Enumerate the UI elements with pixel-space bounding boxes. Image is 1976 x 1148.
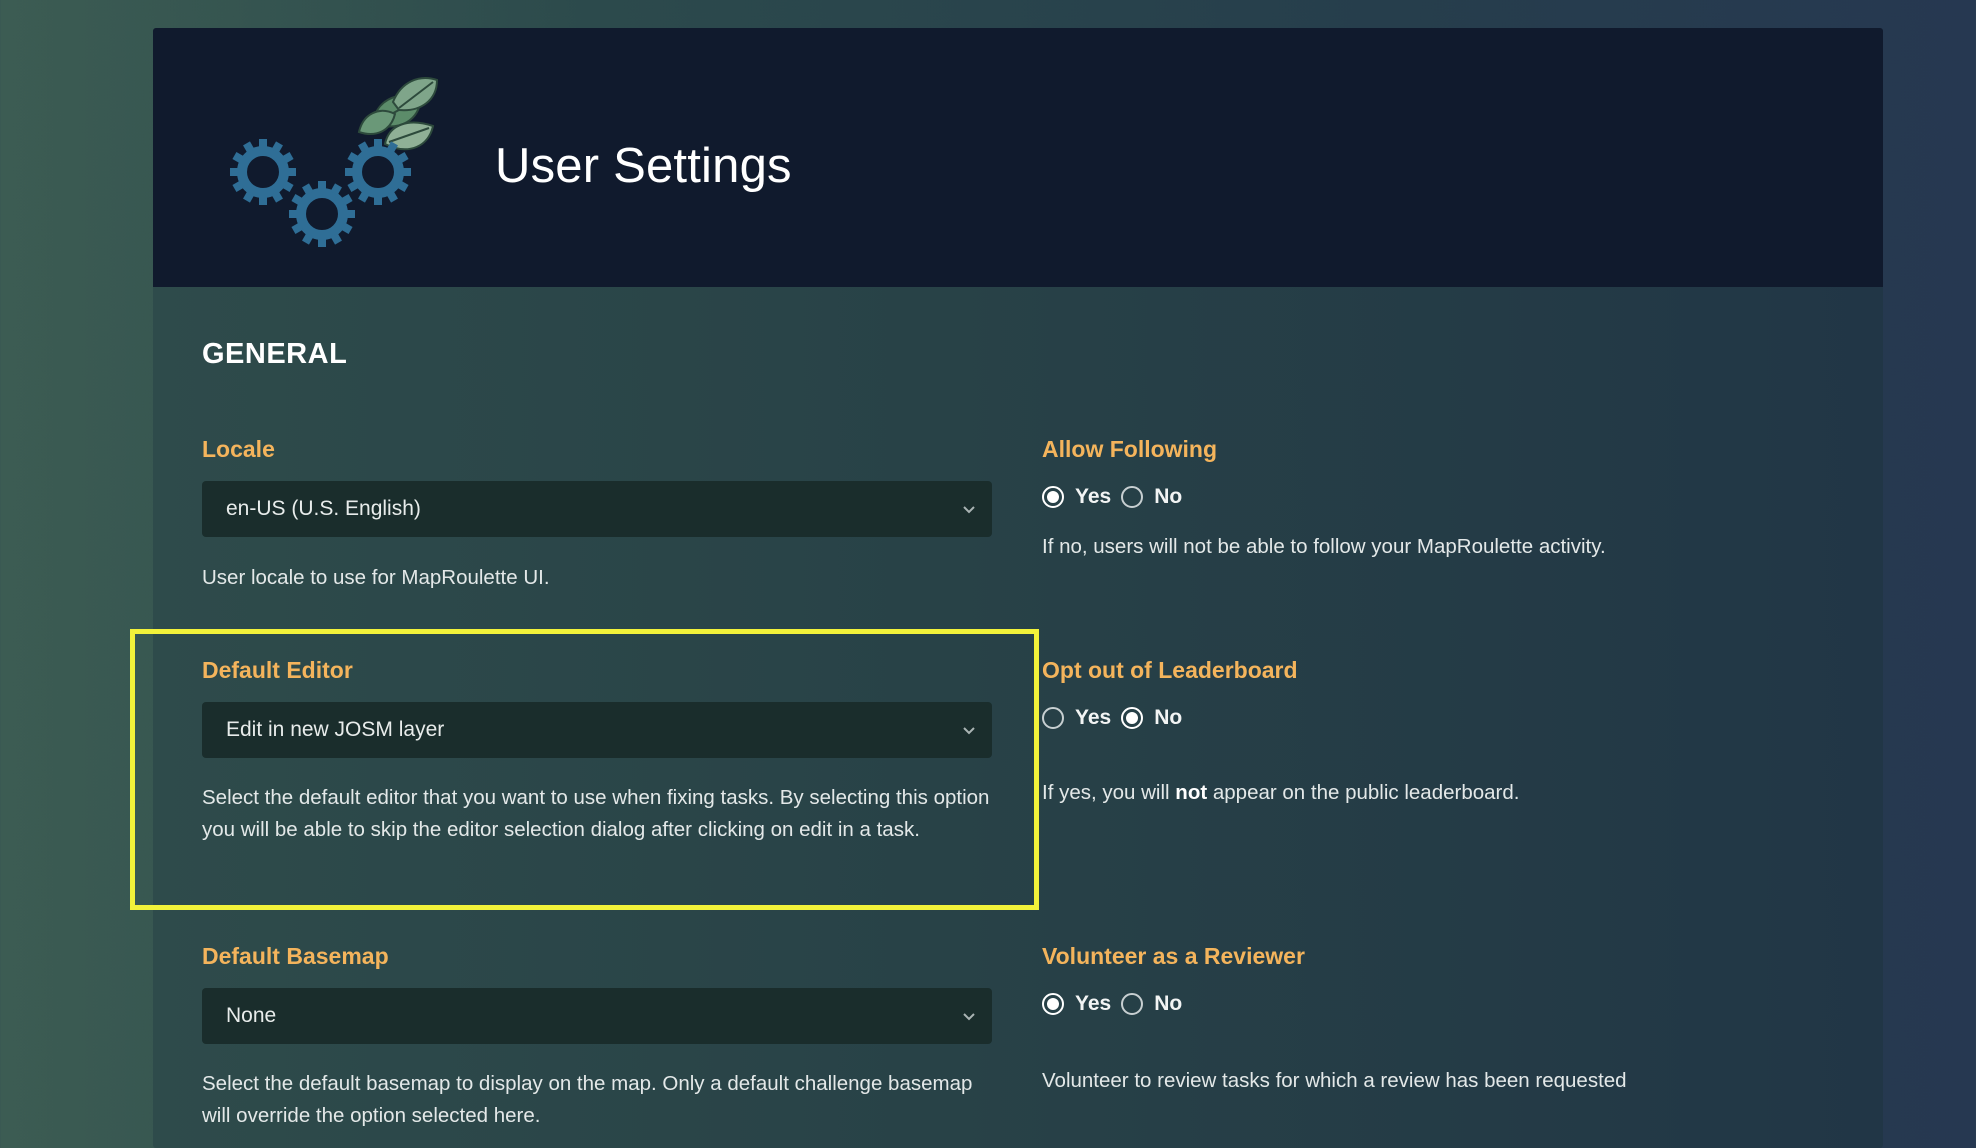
leaderboard-yes-label: Yes [1075,706,1112,729]
default-editor-select-value: Edit in new JOSM layer [226,718,445,741]
page-header: User Settings [153,28,1883,287]
allow-following-yes-label: Yes [1075,485,1112,508]
leaderboard-help-bold: not [1175,781,1208,804]
locale-label: Locale [202,436,275,462]
reviewer-yes-radio[interactable] [1042,993,1064,1015]
default-editor-select[interactable]: Edit in new JOSM layer [202,702,992,758]
gears-with-leaves-icon [223,77,439,262]
reviewer-yes-option[interactable]: Yes [1042,992,1111,1016]
allow-following-no-option[interactable]: No [1121,485,1182,509]
reviewer-help-text: Volunteer to review tasks for which a re… [1042,1069,1627,1092]
chevron-down-icon [963,727,975,735]
default-basemap-help-text: Select the default basemap to display on… [202,1072,973,1127]
default-editor-label: Default Editor [202,657,353,683]
allow-following-label: Allow Following [1042,436,1218,462]
leaderboard-label: Opt out of Leaderboard [1042,657,1298,683]
leaderboard-yes-radio[interactable] [1042,707,1064,729]
page-title: User Settings [495,139,792,193]
allow-following-yes-option[interactable]: Yes [1042,485,1111,509]
leaderboard-no-label: No [1154,706,1183,729]
allow-following-help-text: If no, users will not be able to follow … [1042,535,1606,558]
reviewer-no-label: No [1154,992,1183,1015]
leaderboard-yes-option[interactable]: Yes [1042,706,1111,730]
leaderboard-help-text: If yes, you will not appear on the publi… [1042,777,1862,809]
section-title-general: GENERAL [202,338,348,370]
locale-select-value: en-US (U.S. English) [226,497,421,520]
default-basemap-label: Default Basemap [202,943,389,969]
default-basemap-select-value: None [226,1004,277,1027]
allow-following-yes-radio[interactable] [1042,486,1064,508]
reviewer-no-option[interactable]: No [1121,992,1182,1016]
reviewer-no-radio[interactable] [1121,993,1144,1015]
settings-card: User Settings GENERAL Locale en-US (U.S.… [153,28,1883,1148]
default-basemap-select[interactable]: None [202,988,992,1044]
reviewer-yes-label: Yes [1075,992,1112,1015]
leaderboard-help-suffix: appear on the public leaderboard. [1207,781,1520,804]
default-editor-help-text: Select the default editor that you want … [202,786,990,841]
allow-following-no-radio[interactable] [1121,486,1144,508]
chevron-down-icon [963,506,975,514]
leaderboard-no-radio[interactable] [1121,707,1144,729]
allow-following-no-label: No [1154,485,1183,508]
chevron-down-icon [963,1013,975,1021]
leaderboard-radio-group: Yes No [1042,703,1192,733]
leaderboard-no-option[interactable]: No [1121,706,1182,730]
reviewer-label: Volunteer as a Reviewer [1042,943,1305,969]
locale-help-text: User locale to use for MapRoulette UI. [202,566,550,589]
allow-following-radio-group: Yes No [1042,482,1192,512]
reviewer-radio-group: Yes No [1042,989,1192,1019]
leaderboard-help-prefix: If yes, you will [1042,781,1176,804]
locale-select[interactable]: en-US (U.S. English) [202,481,992,537]
